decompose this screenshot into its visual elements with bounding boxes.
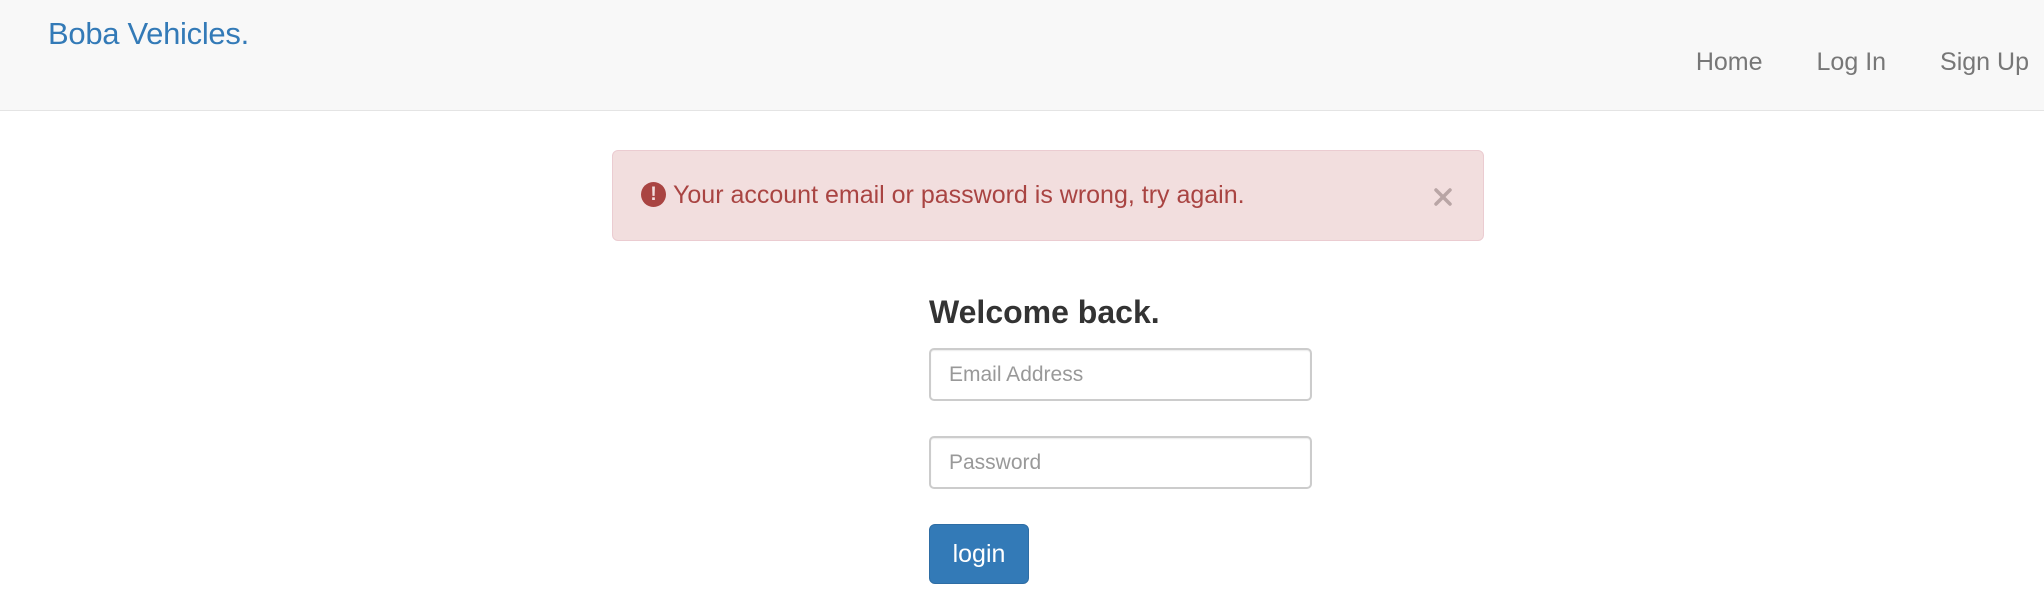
error-alert: ! Your account email or password is wron…	[612, 150, 1484, 241]
nav-link-signup[interactable]: Sign Up	[1940, 48, 2029, 77]
login-button[interactable]: login	[929, 524, 1029, 584]
alert-message: Your account email or password is wrong,…	[673, 181, 1245, 209]
nav-link-login[interactable]: Log In	[1817, 48, 1887, 77]
nav-link-home[interactable]: Home	[1696, 48, 1763, 77]
email-field[interactable]	[929, 348, 1312, 401]
close-icon[interactable]	[1429, 183, 1457, 211]
nav-links: Home Log In Sign Up	[1642, 48, 2044, 77]
form-title: Welcome back.	[929, 294, 1160, 330]
password-field[interactable]	[929, 436, 1312, 489]
exclamation-circle-icon: !	[641, 182, 666, 207]
brand-link[interactable]: Boba Vehicles.	[48, 16, 249, 52]
navbar: Boba Vehicles. Home Log In Sign Up	[0, 0, 2044, 111]
login-form: Welcome back. login	[929, 292, 1312, 584]
